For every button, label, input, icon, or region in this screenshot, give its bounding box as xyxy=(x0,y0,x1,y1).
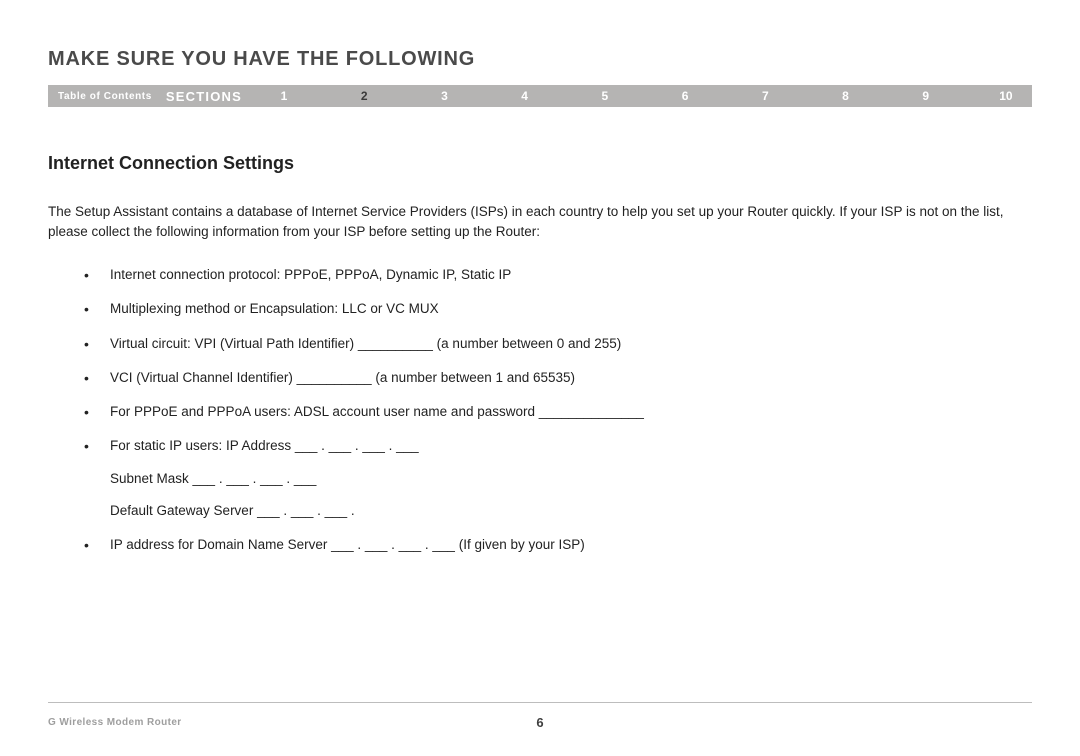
intro-paragraph: The Setup Assistant contains a database … xyxy=(48,202,1032,241)
content-area: Internet Connection Settings The Setup A… xyxy=(48,107,1032,555)
list-item: Internet connection protocol: PPPoE, PPP… xyxy=(84,265,1032,285)
sections-label: SECTIONS xyxy=(166,89,276,104)
list-item-text: Internet connection protocol: PPPoE, PPP… xyxy=(110,267,511,282)
section-heading: Internet Connection Settings xyxy=(48,153,1032,174)
section-link-5[interactable]: 5 xyxy=(597,89,613,103)
page-footer: G Wireless Modem Router 6 . xyxy=(48,702,1032,728)
section-link-8[interactable]: 8 xyxy=(838,89,854,103)
section-link-1[interactable]: 1 xyxy=(276,89,292,103)
section-link-7[interactable]: 7 xyxy=(757,89,773,103)
section-link-10[interactable]: 10 xyxy=(998,89,1014,103)
page-title: MAKE SURE YOU HAVE THE FOLLOWING xyxy=(48,48,1032,71)
list-item-subline: Subnet Mask ___ . ___ . ___ . ___ xyxy=(110,469,1032,489)
list-item: For PPPoE and PPPoA users: ADSL account … xyxy=(84,402,1032,422)
list-item: Multiplexing method or Encapsulation: LL… xyxy=(84,299,1032,319)
requirements-list: Internet connection protocol: PPPoE, PPP… xyxy=(48,265,1032,555)
page-number: 6 xyxy=(48,715,1032,730)
list-item-text: VCI (Virtual Channel Identifier) _______… xyxy=(110,370,575,385)
section-link-3[interactable]: 3 xyxy=(436,89,452,103)
list-item: For static IP users: IP Address ___ . __… xyxy=(84,436,1032,521)
document-page: MAKE SURE YOU HAVE THE FOLLOWING Table o… xyxy=(0,0,1080,756)
toc-link[interactable]: Table of Contents xyxy=(48,91,166,102)
section-link-6[interactable]: 6 xyxy=(677,89,693,103)
list-item-subline: Default Gateway Server ___ . ___ . ___ . xyxy=(110,501,1032,521)
list-item-text: Multiplexing method or Encapsulation: LL… xyxy=(110,301,439,316)
section-navbar: Table of Contents SECTIONS 1 2 3 4 5 6 7 8 9 10 xyxy=(48,85,1032,107)
list-item-text: Virtual circuit: VPI (Virtual Path Ident… xyxy=(110,336,621,351)
section-link-4[interactable]: 4 xyxy=(517,89,533,103)
list-item: Virtual circuit: VPI (Virtual Path Ident… xyxy=(84,334,1032,354)
section-numbers: 1 2 3 4 5 6 7 8 9 10 xyxy=(276,89,1032,103)
list-item: VCI (Virtual Channel Identifier) _______… xyxy=(84,368,1032,388)
list-item-text: For static IP users: IP Address ___ . __… xyxy=(110,438,419,453)
section-link-2[interactable]: 2 xyxy=(356,89,372,103)
footer-divider xyxy=(48,702,1032,703)
section-link-9[interactable]: 9 xyxy=(918,89,934,103)
list-item-text: For PPPoE and PPPoA users: ADSL account … xyxy=(110,404,644,419)
list-item: IP address for Domain Name Server ___ . … xyxy=(84,535,1032,555)
list-item-text: IP address for Domain Name Server ___ . … xyxy=(110,537,585,552)
